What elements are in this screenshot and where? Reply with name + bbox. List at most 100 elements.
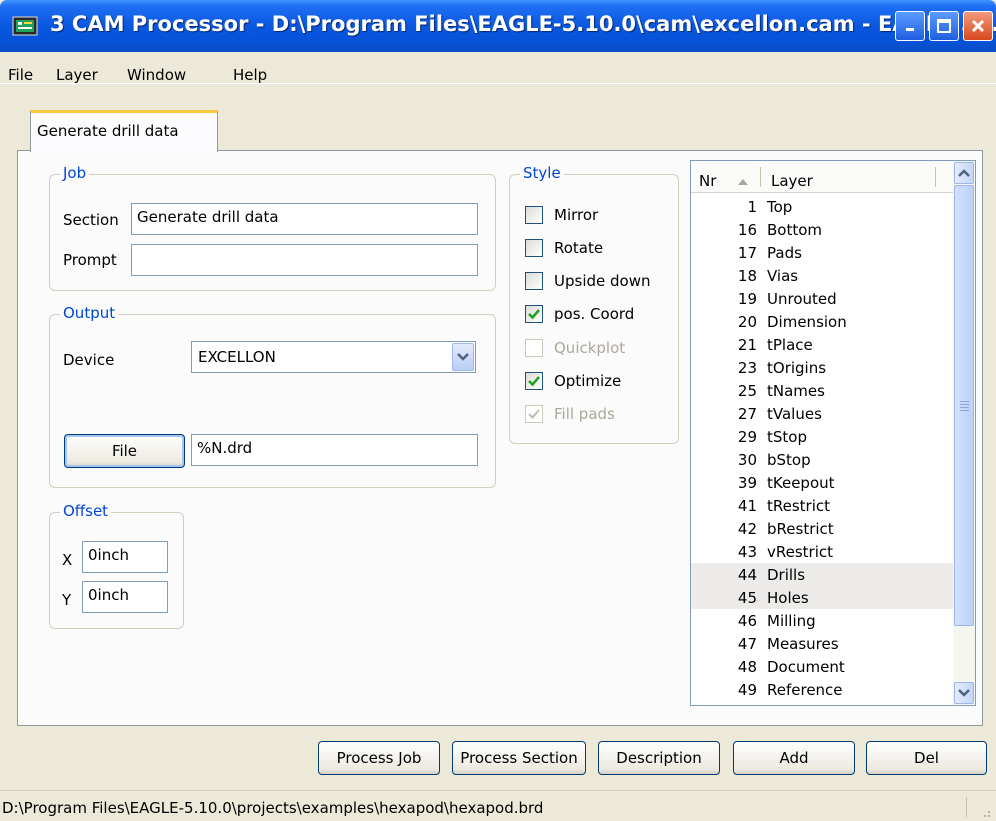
menu-window[interactable]: Window: [127, 66, 186, 84]
layer-row[interactable]: 47 Measures: [691, 632, 953, 655]
scroll-thumb[interactable]: [954, 185, 974, 626]
layer-number: 45: [737, 589, 757, 607]
offset-x-input[interactable]: 0inch: [82, 541, 168, 573]
device-select[interactable]: EXCELLON: [191, 341, 476, 373]
rotate-checkbox[interactable]: [525, 239, 543, 257]
section-input[interactable]: Generate drill data: [131, 203, 478, 235]
header-nr[interactable]: Nr: [699, 172, 716, 190]
layer-row[interactable]: 42 bRestrict: [691, 517, 953, 540]
offset-y-input[interactable]: 0inch: [82, 581, 168, 613]
layer-row[interactable]: 1 Top: [691, 195, 953, 218]
description-label: Description: [616, 749, 702, 767]
layer-row[interactable]: 29 tStop: [691, 425, 953, 448]
layer-name: tRestrict: [767, 497, 831, 515]
process-section-button[interactable]: Process Section: [452, 741, 586, 775]
quickplot-label: Quickplot: [554, 339, 626, 357]
offset-x-label: X: [62, 551, 73, 569]
upside-down-checkbox[interactable]: [525, 272, 543, 290]
sort-ascending-icon: [737, 172, 749, 190]
menu-file[interactable]: File: [8, 66, 33, 84]
layer-name: Drills: [767, 566, 806, 584]
maximize-button[interactable]: [929, 11, 959, 41]
layer-number: 19: [737, 290, 757, 308]
pos-coord-checkbox[interactable]: [525, 305, 543, 323]
menu-layer[interactable]: Layer: [56, 66, 98, 84]
layer-number: 44: [737, 566, 757, 584]
rotate-label: Rotate: [554, 239, 604, 257]
offset-y-label: Y: [62, 591, 72, 609]
menu-help[interactable]: Help: [233, 66, 267, 84]
layer-row[interactable]: 44 Drills: [691, 563, 953, 586]
layer-row[interactable]: 19 Unrouted: [691, 287, 953, 310]
job-group-label: Job: [60, 164, 90, 182]
chevron-down-icon: [958, 689, 970, 697]
optimize-checkbox[interactable]: [525, 372, 543, 390]
layer-row[interactable]: 43 vRestrict: [691, 540, 953, 563]
minimize-button[interactable]: [895, 11, 925, 41]
file-input[interactable]: %N.drd: [191, 434, 478, 466]
layer-name: Bottom: [767, 221, 823, 239]
layer-number: 46: [737, 612, 757, 630]
mirror-checkbox[interactable]: [525, 206, 543, 224]
layer-row[interactable]: 18 Vias: [691, 264, 953, 287]
layer-row[interactable]: 16 Bottom: [691, 218, 953, 241]
vertical-scrollbar[interactable]: [953, 161, 975, 705]
layer-name: tKeepout: [767, 474, 835, 492]
layer-number: 17: [737, 244, 757, 262]
tab-generate-drill-data[interactable]: Generate drill data: [30, 110, 218, 152]
layer-number: 1: [747, 198, 757, 216]
mirror-label: Mirror: [554, 206, 599, 224]
layer-row[interactable]: 20 Dimension: [691, 310, 953, 333]
layer-row[interactable]: 49 Reference: [691, 678, 953, 701]
layer-row[interactable]: 46 Milling: [691, 609, 953, 632]
fill-pads-checkbox[interactable]: [525, 405, 543, 423]
close-button[interactable]: [963, 11, 993, 41]
del-button[interactable]: Del: [866, 741, 987, 775]
checkmark-icon: [528, 309, 540, 320]
prompt-input[interactable]: [131, 244, 478, 276]
layer-name: Holes: [767, 589, 809, 607]
layer-row[interactable]: 27 tValues: [691, 402, 953, 425]
layer-number: 49: [737, 681, 757, 699]
layer-number: 20: [737, 313, 757, 331]
layer-name: Measures: [767, 635, 839, 653]
layer-row[interactable]: 30 bStop: [691, 448, 953, 471]
layer-number: 30: [737, 451, 757, 469]
tab-label: Generate drill data: [37, 122, 179, 140]
layer-row[interactable]: 45 Holes: [691, 586, 953, 609]
layer-number: 27: [737, 405, 757, 423]
header-layer[interactable]: Layer: [771, 172, 813, 190]
add-button[interactable]: Add: [733, 741, 855, 775]
device-dropdown-button[interactable]: [452, 343, 474, 371]
upside-down-label: Upside down: [554, 272, 651, 290]
layer-row[interactable]: 25 tNames: [691, 379, 953, 402]
layer-name: Top: [767, 198, 793, 216]
file-button[interactable]: File: [64, 434, 185, 468]
process-job-button[interactable]: Process Job: [318, 741, 440, 775]
layer-number: 47: [737, 635, 757, 653]
layer-row[interactable]: 41 tRestrict: [691, 494, 953, 517]
quickplot-checkbox[interactable]: [525, 339, 543, 357]
layer-row[interactable]: 48 Document: [691, 655, 953, 678]
header-divider[interactable]: [760, 167, 761, 187]
layer-row[interactable]: 23 tOrigins: [691, 356, 953, 379]
optimize-label: Optimize: [554, 372, 622, 390]
layer-name: Vias: [767, 267, 799, 285]
resize-grip-icon[interactable]: [980, 805, 992, 821]
output-group-label: Output: [60, 304, 119, 322]
scroll-down-button[interactable]: [954, 682, 974, 704]
layer-row[interactable]: 17 Pads: [691, 241, 953, 264]
process-section-label: Process Section: [460, 749, 578, 767]
style-group-label: Style: [520, 164, 564, 182]
title-bar[interactable]: 3 CAM Processor - D:\Program Files\EAGLE…: [0, 0, 996, 52]
layer-number: 39: [737, 474, 757, 492]
layer-number: 41: [737, 497, 757, 515]
scroll-up-button[interactable]: [954, 162, 974, 184]
layer-list[interactable]: Nr Layer 1 Top 16 Bottom 17 Pads 18 Vias 19 Unrou…: [690, 160, 976, 706]
description-button[interactable]: Description: [598, 741, 720, 775]
layer-row[interactable]: 39 tKeepout: [691, 471, 953, 494]
layer-name: Reference: [767, 681, 843, 699]
maximize-icon: [937, 19, 951, 33]
header-divider[interactable]: [935, 167, 936, 187]
layer-row[interactable]: 21 tPlace: [691, 333, 953, 356]
